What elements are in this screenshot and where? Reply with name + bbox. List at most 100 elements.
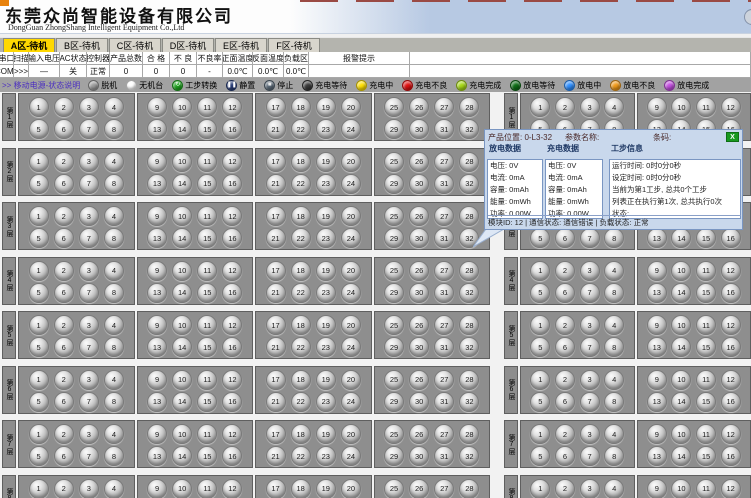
cell-button-right-L5-5[interactable]: 5 xyxy=(530,337,550,357)
cell-button-right-L5-14[interactable]: 14 xyxy=(671,337,691,357)
cell-button-left-L4-6[interactable]: 6 xyxy=(54,283,74,303)
tab-zone-D[interactable]: D区-待机 xyxy=(162,38,214,52)
cell-button-right-L6-7[interactable]: 7 xyxy=(580,392,600,412)
cell-button-left-L1-30[interactable]: 30 xyxy=(409,119,429,139)
cell-button-left-L2-12[interactable]: 12 xyxy=(222,152,242,172)
cell-button-left-L1-21[interactable]: 21 xyxy=(266,119,286,139)
cell-button-left-L5-1[interactable]: 1 xyxy=(29,315,49,335)
cell-button-left-L4-2[interactable]: 2 xyxy=(54,261,74,281)
cell-button-left-L3-6[interactable]: 6 xyxy=(54,228,74,248)
cell-button-right-L3-16[interactable]: 16 xyxy=(721,228,741,248)
cell-button-left-L6-3[interactable]: 3 xyxy=(79,370,99,390)
cell-button-right-L5-12[interactable]: 12 xyxy=(721,315,741,335)
cell-button-left-L3-15[interactable]: 15 xyxy=(197,228,217,248)
cell-button-left-L5-19[interactable]: 19 xyxy=(316,315,336,335)
cell-button-left-L6-4[interactable]: 4 xyxy=(104,370,124,390)
cell-button-right-L5-2[interactable]: 2 xyxy=(555,315,575,335)
cell-button-left-L8-27[interactable]: 27 xyxy=(434,479,454,498)
cell-button-left-L6-31[interactable]: 31 xyxy=(434,392,454,412)
cell-button-left-L6-12[interactable]: 12 xyxy=(222,370,242,390)
cell-button-left-L7-31[interactable]: 31 xyxy=(434,446,454,466)
cell-button-right-L8-9[interactable]: 9 xyxy=(647,479,667,498)
cell-button-left-L4-14[interactable]: 14 xyxy=(172,283,192,303)
cell-button-left-L1-28[interactable]: 28 xyxy=(459,97,479,117)
cell-button-left-L5-21[interactable]: 21 xyxy=(266,337,286,357)
cell-button-left-L7-32[interactable]: 32 xyxy=(459,446,479,466)
cell-button-right-L4-13[interactable]: 13 xyxy=(647,283,667,303)
cell-button-left-L2-10[interactable]: 10 xyxy=(172,152,192,172)
tab-zone-B[interactable]: B区-待机 xyxy=(56,38,108,52)
cell-button-left-L6-7[interactable]: 7 xyxy=(79,392,99,412)
cell-button-left-L2-26[interactable]: 26 xyxy=(409,152,429,172)
cell-button-left-L1-29[interactable]: 29 xyxy=(384,119,404,139)
cell-button-left-L2-31[interactable]: 31 xyxy=(434,174,454,194)
cell-button-left-L8-12[interactable]: 12 xyxy=(222,479,242,498)
cell-button-left-L8-4[interactable]: 4 xyxy=(104,479,124,498)
cell-button-left-L6-23[interactable]: 23 xyxy=(316,392,336,412)
cell-button-right-L4-6[interactable]: 6 xyxy=(555,283,575,303)
cell-button-right-L3-8[interactable]: 8 xyxy=(604,228,624,248)
tab-zone-E[interactable]: E区-待机 xyxy=(215,38,267,52)
cell-button-left-L4-15[interactable]: 15 xyxy=(197,283,217,303)
cell-button-left-L3-20[interactable]: 20 xyxy=(341,206,361,226)
cell-button-left-L2-24[interactable]: 24 xyxy=(341,174,361,194)
cell-button-left-L3-19[interactable]: 19 xyxy=(316,206,336,226)
cell-button-right-L7-16[interactable]: 16 xyxy=(721,446,741,466)
cell-button-left-L5-2[interactable]: 2 xyxy=(54,315,74,335)
cell-button-right-L8-1[interactable]: 1 xyxy=(530,479,550,498)
cell-button-left-L1-1[interactable]: 1 xyxy=(29,97,49,117)
cell-button-left-L1-15[interactable]: 15 xyxy=(197,119,217,139)
cell-button-right-L3-7[interactable]: 7 xyxy=(580,228,600,248)
cell-button-left-L1-2[interactable]: 2 xyxy=(54,97,74,117)
cell-button-left-L5-10[interactable]: 10 xyxy=(172,315,192,335)
cell-button-right-L4-7[interactable]: 7 xyxy=(580,283,600,303)
cell-button-left-L1-6[interactable]: 6 xyxy=(54,119,74,139)
cell-button-right-L8-3[interactable]: 3 xyxy=(580,479,600,498)
cell-button-left-L8-10[interactable]: 10 xyxy=(172,479,192,498)
cell-button-left-L7-12[interactable]: 12 xyxy=(222,424,242,444)
cell-button-left-L5-7[interactable]: 7 xyxy=(79,337,99,357)
cell-button-left-L7-29[interactable]: 29 xyxy=(384,446,404,466)
cell-button-right-L8-2[interactable]: 2 xyxy=(555,479,575,498)
cell-button-right-L6-3[interactable]: 3 xyxy=(580,370,600,390)
cell-button-left-L4-5[interactable]: 5 xyxy=(29,283,49,303)
cell-button-left-L8-26[interactable]: 26 xyxy=(409,479,429,498)
cell-button-left-L2-19[interactable]: 19 xyxy=(316,152,336,172)
cell-button-right-L7-7[interactable]: 7 xyxy=(580,446,600,466)
cell-button-left-L4-26[interactable]: 26 xyxy=(409,261,429,281)
cell-button-right-L3-15[interactable]: 15 xyxy=(696,228,716,248)
cell-button-right-L7-12[interactable]: 12 xyxy=(721,424,741,444)
cell-button-left-L5-9[interactable]: 9 xyxy=(147,315,167,335)
cell-button-left-L2-11[interactable]: 11 xyxy=(197,152,217,172)
legend-title[interactable]: >> 移动电源-状态说明 xyxy=(2,80,80,91)
tab-zone-A[interactable]: A区-待机 xyxy=(3,38,55,52)
cell-button-right-L4-5[interactable]: 5 xyxy=(530,283,550,303)
cell-button-left-L2-29[interactable]: 29 xyxy=(384,174,404,194)
cell-button-left-L7-26[interactable]: 26 xyxy=(409,424,429,444)
cell-button-right-L4-1[interactable]: 1 xyxy=(530,261,550,281)
cell-button-left-L7-27[interactable]: 27 xyxy=(434,424,454,444)
cell-button-left-L3-3[interactable]: 3 xyxy=(79,206,99,226)
cell-button-right-L7-14[interactable]: 14 xyxy=(671,446,691,466)
cell-button-right-L6-8[interactable]: 8 xyxy=(604,392,624,412)
cell-button-left-L6-28[interactable]: 28 xyxy=(459,370,479,390)
cell-button-left-L7-19[interactable]: 19 xyxy=(316,424,336,444)
cell-button-left-L3-25[interactable]: 25 xyxy=(384,206,404,226)
cell-button-left-L7-16[interactable]: 16 xyxy=(222,446,242,466)
cell-button-left-L2-1[interactable]: 1 xyxy=(29,152,49,172)
cell-button-right-L6-1[interactable]: 1 xyxy=(530,370,550,390)
cell-button-right-L6-14[interactable]: 14 xyxy=(671,392,691,412)
cell-button-left-L3-10[interactable]: 10 xyxy=(172,206,192,226)
cell-button-right-L8-4[interactable]: 4 xyxy=(604,479,624,498)
cell-button-left-L1-9[interactable]: 9 xyxy=(147,97,167,117)
cell-button-left-L6-25[interactable]: 25 xyxy=(384,370,404,390)
cell-button-left-L5-3[interactable]: 3 xyxy=(79,315,99,335)
cell-button-right-L5-8[interactable]: 8 xyxy=(604,337,624,357)
cell-button-left-L2-27[interactable]: 27 xyxy=(434,152,454,172)
cell-button-left-L1-20[interactable]: 20 xyxy=(341,97,361,117)
cell-button-left-L5-27[interactable]: 27 xyxy=(434,315,454,335)
cell-button-left-L2-18[interactable]: 18 xyxy=(291,152,311,172)
cell-button-left-L2-32[interactable]: 32 xyxy=(459,174,479,194)
cell-button-left-L6-14[interactable]: 14 xyxy=(172,392,192,412)
cell-button-left-L5-18[interactable]: 18 xyxy=(291,315,311,335)
